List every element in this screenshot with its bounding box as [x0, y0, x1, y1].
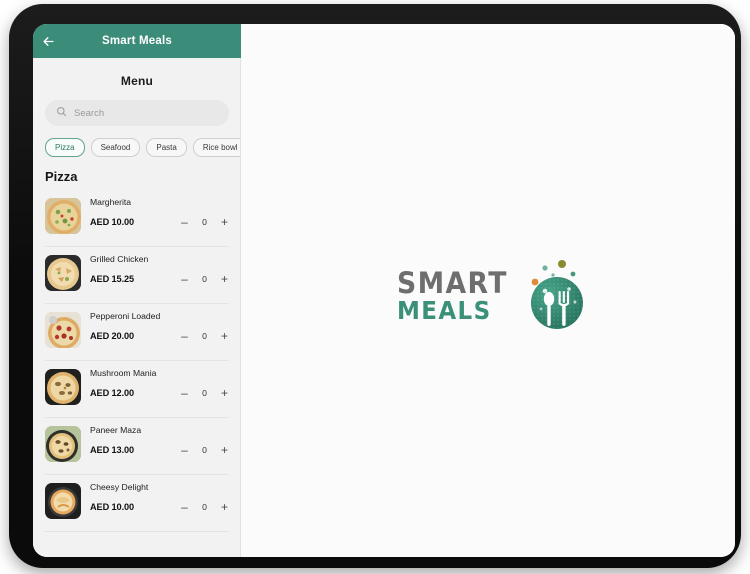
- increment-button[interactable]: +: [220, 501, 229, 513]
- quantity-stepper: – 0 +: [180, 387, 229, 399]
- menu-item-bottom: AED 20.00 – 0 +: [90, 330, 229, 342]
- quantity-value: 0: [202, 274, 207, 285]
- menu-item-price: AED 13.00: [90, 445, 135, 456]
- plate-spoon-fork-icon: [517, 255, 591, 338]
- menu-item-price: AED 10.00: [90, 502, 135, 513]
- menu-item-row[interactable]: Pepperoni Loaded AED 20.00 – 0 +: [45, 304, 229, 361]
- chip-label: Pizza: [55, 143, 75, 152]
- pizza-cheesy-thumbnail: [45, 483, 81, 519]
- tablet-bezel: Smart Meals Menu Search Pizza Seafood Pa…: [9, 4, 741, 568]
- quantity-stepper: – 0 +: [180, 273, 229, 285]
- menu-item-body: Mushroom Mania AED 12.00 – 0 +: [90, 367, 229, 399]
- quantity-stepper: – 0 +: [180, 444, 229, 456]
- menu-item-name: Grilled Chicken: [90, 254, 149, 264]
- menu-heading: Menu: [120, 74, 154, 88]
- menu-item-name: Pepperoni Loaded: [90, 311, 161, 321]
- increment-button[interactable]: +: [220, 330, 229, 342]
- quantity-value: 0: [202, 217, 207, 228]
- search-input[interactable]: [74, 107, 218, 119]
- tablet-screen: Smart Meals Menu Search Pizza Seafood Pa…: [33, 24, 735, 557]
- menu-sidebar: Smart Meals Menu Search Pizza Seafood Pa…: [33, 24, 241, 557]
- menu-item-bottom: AED 15.25 – 0 +: [90, 273, 229, 285]
- search-box[interactable]: [45, 100, 229, 126]
- quantity-stepper: – 0 +: [180, 330, 229, 342]
- menu-item-row[interactable]: Paneer Maza AED 13.00 – 0 +: [45, 418, 229, 475]
- menu-item-price: AED 20.00: [90, 331, 135, 342]
- menu-item-name: Mushroom Mania: [90, 368, 157, 378]
- search-container: [33, 100, 241, 126]
- pizza-grilled-chicken-thumbnail: [45, 255, 81, 291]
- brand-logo-line2: MEALS: [396, 295, 492, 325]
- increment-button[interactable]: +: [220, 216, 229, 228]
- menu-item-row[interactable]: Grilled Chicken AED 15.25 – 0 +: [45, 247, 229, 304]
- menu-item-row[interactable]: Mushroom Mania AED 12.00 – 0 +: [45, 361, 229, 418]
- chip-pizza[interactable]: Pizza: [45, 138, 85, 157]
- sidebar-divider: [240, 58, 241, 557]
- main-content-area: SMART MEALS: [241, 24, 735, 557]
- chip-pasta[interactable]: Pasta: [146, 138, 187, 157]
- decrement-button[interactable]: –: [180, 216, 189, 228]
- brand-logo-text: SMART MEALS: [396, 266, 518, 325]
- chip-label: Rice bowl: [202, 143, 238, 152]
- decrement-button[interactable]: –: [180, 330, 189, 342]
- menu-item-price: AED 10.00: [90, 217, 135, 228]
- app-title: Smart Meals: [102, 35, 172, 47]
- menu-item-bottom: AED 13.00 – 0 +: [90, 444, 229, 456]
- menu-item-name: Margherita: [90, 197, 132, 207]
- brand-logo-line1: SMART: [396, 266, 508, 301]
- quantity-stepper: – 0 +: [180, 501, 229, 513]
- sidebar-panel: Menu Search Pizza Seafood Pasta Rice bow…: [33, 58, 241, 557]
- decrement-button[interactable]: –: [180, 387, 189, 399]
- menu-item-body: Grilled Chicken AED 15.25 – 0 +: [90, 253, 229, 285]
- menu-item-bottom: AED 10.00 – 0 +: [90, 216, 229, 228]
- decrement-button[interactable]: –: [180, 273, 189, 285]
- menu-item-price: AED 12.00: [90, 388, 135, 399]
- menu-item-body: Pepperoni Loaded AED 20.00 – 0 +: [90, 310, 229, 342]
- increment-button[interactable]: +: [220, 387, 229, 399]
- search-icon: [56, 104, 67, 122]
- chip-label: Pasta: [156, 143, 177, 152]
- chip-seafood[interactable]: Seafood: [90, 138, 141, 157]
- menu-item-row[interactable]: Cheesy Delight AED 10.00 – 0 +: [45, 475, 229, 532]
- menu-item-body: Paneer Maza AED 13.00 – 0 +: [90, 424, 229, 456]
- decrement-button[interactable]: –: [180, 444, 189, 456]
- chip-rice-bowl[interactable]: Rice bowl: [192, 138, 241, 157]
- menu-item-bottom: AED 10.00 – 0 +: [90, 501, 229, 513]
- section-title-pizza: Pizza: [45, 169, 78, 184]
- menu-item-bottom: AED 12.00 – 0 +: [90, 387, 229, 399]
- arrow-left-icon: [41, 34, 56, 49]
- menu-item-name: Paneer Maza: [90, 425, 142, 435]
- quantity-value: 0: [202, 388, 207, 399]
- quantity-value: 0: [202, 502, 207, 513]
- pizza-paneer-thumbnail: [45, 426, 81, 462]
- quantity-value: 0: [202, 331, 207, 342]
- menu-item-row[interactable]: Margherita AED 10.00 – 0 +: [45, 190, 229, 247]
- screenshot-stage: Smart Meals Menu Search Pizza Seafood Pa…: [0, 0, 750, 574]
- menu-item-price: AED 15.25: [90, 274, 135, 285]
- menu-item-list: Margherita AED 10.00 – 0 + Grilled Chick…: [33, 190, 241, 557]
- quantity-stepper: – 0 +: [180, 216, 229, 228]
- pizza-pepperoni-thumbnail: [45, 312, 81, 348]
- increment-button[interactable]: +: [220, 273, 229, 285]
- increment-button[interactable]: +: [220, 444, 229, 456]
- menu-item-name: Cheesy Delight: [90, 482, 149, 492]
- decrement-button[interactable]: –: [180, 501, 189, 513]
- chip-label: Seafood: [100, 143, 131, 152]
- pizza-margherita-thumbnail: [45, 198, 81, 234]
- pizza-mushroom-thumbnail: [45, 369, 81, 405]
- brand-logo: SMART MEALS: [397, 255, 592, 338]
- menu-item-body: Margherita AED 10.00 – 0 +: [90, 196, 229, 228]
- quantity-value: 0: [202, 445, 207, 456]
- back-button[interactable]: [33, 24, 63, 58]
- menu-item-body: Cheesy Delight AED 10.00 – 0 +: [90, 481, 229, 513]
- category-filter-chips: Pizza Seafood Pasta Rice bowl: [33, 126, 241, 157]
- app-header: Smart Meals: [33, 24, 241, 58]
